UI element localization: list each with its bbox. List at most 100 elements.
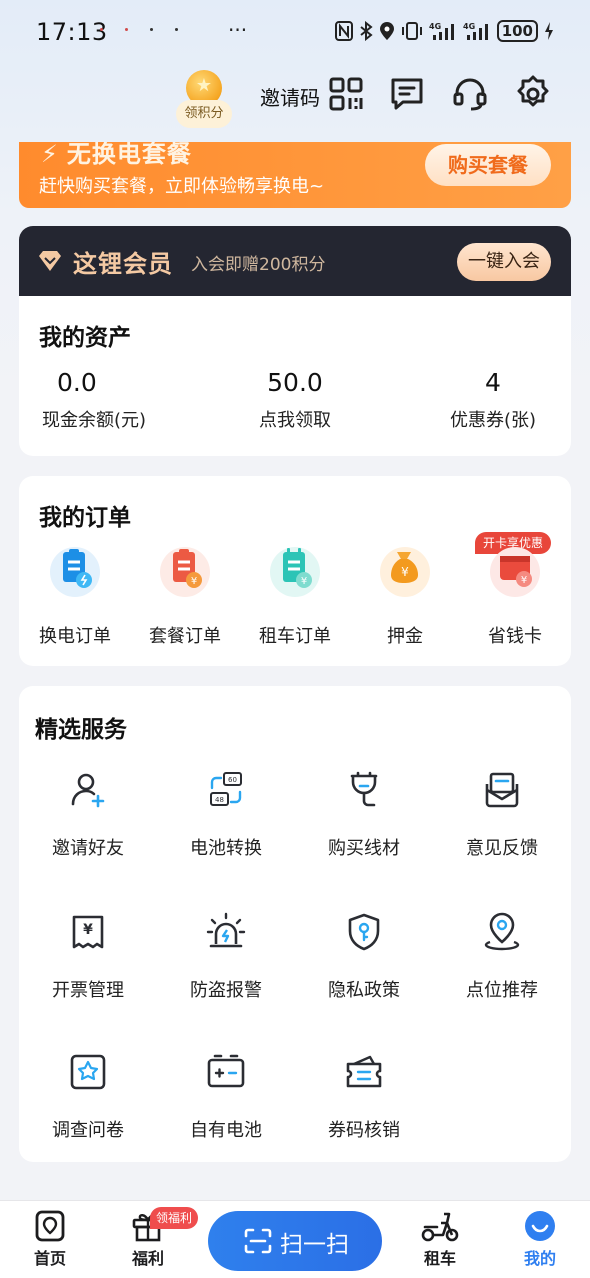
charging-icon [545,22,553,40]
service-label: 自有电池 [190,1120,262,1141]
services-title: 精选服务 [35,717,127,743]
order-label: 套餐订单 [149,626,221,647]
asset-value: 4 [485,368,501,397]
saving-card-icon: ¥ [490,547,540,597]
promo-subtitle: 赶快购买套餐，立即体验畅享换电~ [39,176,325,197]
order-package[interactable]: ¥ 套餐订单 [135,542,235,648]
location-recommend-icon [484,912,520,951]
alarm-icon [206,912,246,948]
service-invoice[interactable]: ¥ 开票管理 [19,912,157,1002]
order-rental[interactable]: ¥ 租车订单 [245,542,345,648]
battery-convert-icon: 60 48 [210,772,242,806]
service-privacy[interactable]: 隐私政策 [295,912,433,1002]
order-label: 押金 [387,626,423,647]
order-label: 换电订单 [39,626,111,647]
invite-code-label[interactable]: 邀请码 [260,82,320,111]
svg-text:48: 48 [215,796,224,804]
order-swap[interactable]: 换电订单 [25,542,125,648]
member-title: 这锂会员 [73,250,173,278]
status-bar: 17:13 ··· 4G 4G 100 [0,0,590,64]
order-deposit[interactable]: ¥ 押金 [355,542,455,648]
promo-banner[interactable]: ⚡ 无换电套餐 赶快购买套餐，立即体验畅享换电~ 购买套餐 [19,142,571,208]
lightning-icon: ⚡ [41,142,59,168]
asset-label: 点我领取 [259,410,331,431]
service-label: 券码核销 [328,1120,400,1141]
welfare-badge: 领福利 [150,1207,199,1229]
service-alarm[interactable]: 防盗报警 [157,912,295,1002]
services-card: 精选服务 邀请好友 60 48 电池转换 购买线材 意见反馈 ¥ 开票管理 防盗… [19,686,571,1162]
home-icon [35,1210,65,1242]
bluetooth-icon [360,21,373,41]
orders-card: 我的订单 开卡享优惠 换电订单 ¥ 套餐订单 ¥ 租车订单 ¥ 押金 ¥ 省钱卡 [19,476,571,666]
order-saving-card[interactable]: ¥ 省钱卡 [465,542,565,648]
scan-button[interactable]: 扫一扫 [208,1211,382,1271]
buy-package-button[interactable]: 购买套餐 [425,144,551,186]
svg-text:¥: ¥ [521,575,527,586]
service-invite-friend[interactable]: 邀请好友 [19,770,157,860]
asset-claim[interactable]: 50.0 点我领取 [225,366,365,432]
signal-icon-1: 4G [429,22,454,40]
message-icon[interactable] [387,74,427,114]
bottom-nav: 首页 福利 领福利 扫一扫 租车 我的 [0,1200,590,1278]
nav-home[interactable]: 首页 [10,1209,90,1269]
asset-label: 现金余额(元) [41,410,147,431]
service-own-battery[interactable]: 自有电池 [157,1052,295,1142]
svg-text:¥: ¥ [191,576,197,587]
service-location-recommend[interactable]: 点位推荐 [433,912,571,1002]
rental-order-icon: ¥ [270,547,320,597]
own-battery-icon [207,1054,245,1088]
package-order-icon: ¥ [160,547,210,597]
deposit-icon: ¥ [380,547,430,597]
service-label: 购买线材 [328,838,400,859]
service-survey[interactable]: 调查问卷 [19,1052,157,1142]
points-button[interactable]: 领积分 [174,70,234,130]
promo-title: ⚡ 无换电套餐 [41,142,192,169]
member-badge-icon [39,251,61,271]
service-label: 邀请好友 [52,838,124,859]
svg-text:60: 60 [228,776,237,784]
nav-label: 福利 [131,1249,164,1268]
feedback-icon [485,772,519,808]
asset-label: 优惠券(张) [449,410,537,431]
order-label: 租车订单 [259,626,331,647]
survey-icon [70,1054,106,1090]
service-label: 防盗报警 [190,980,262,1001]
svg-text:¥: ¥ [83,922,93,938]
service-feedback[interactable]: 意见反馈 [433,770,571,860]
service-label: 点位推荐 [466,980,538,1001]
vibrate-icon [401,22,422,40]
notification-dots [100,28,178,31]
service-label: 电池转换 [190,838,262,859]
qrcode-icon[interactable] [326,74,366,114]
headset-icon[interactable] [450,74,490,114]
nav-mine[interactable]: 我的 [500,1209,580,1269]
member-banner[interactable]: 这锂会员 入会即赠200积分 一键入会 [19,226,571,296]
order-label: 省钱卡 [488,626,542,647]
settings-icon[interactable] [513,74,553,114]
service-coupon-verify[interactable]: 券码核销 [295,1052,433,1142]
asset-value: 0.0 [57,368,97,397]
scooter-icon [421,1212,459,1242]
orders-title: 我的订单 [39,505,131,531]
service-label: 调查问卷 [52,1120,124,1141]
service-label: 意见反馈 [466,838,538,859]
service-battery-convert[interactable]: 60 48 电池转换 [157,770,295,860]
svg-text:¥: ¥ [401,565,409,579]
battery-indicator: 100 [496,20,538,42]
coupon-verify-icon [346,1055,382,1088]
asset-cash[interactable]: 0.0 现金余额(元) [19,366,159,432]
service-label: 开票管理 [52,980,124,1001]
service-cable[interactable]: 购买线材 [295,770,433,860]
location-icon [379,22,394,40]
invoice-icon: ¥ [72,915,104,949]
asset-coupons[interactable]: 4 优惠券(张) [423,366,563,432]
join-member-button[interactable]: 一键入会 [457,243,551,281]
scan-label: 扫一扫 [280,1232,349,1258]
nav-rental[interactable]: 租车 [400,1209,480,1269]
nav-label: 我的 [523,1249,556,1268]
promo-title-text: 无换电套餐 [66,142,192,168]
points-label: 领积分 [176,100,232,128]
privacy-icon [348,913,380,951]
profile-active-icon [525,1211,555,1241]
asset-value: 50.0 [267,368,323,397]
